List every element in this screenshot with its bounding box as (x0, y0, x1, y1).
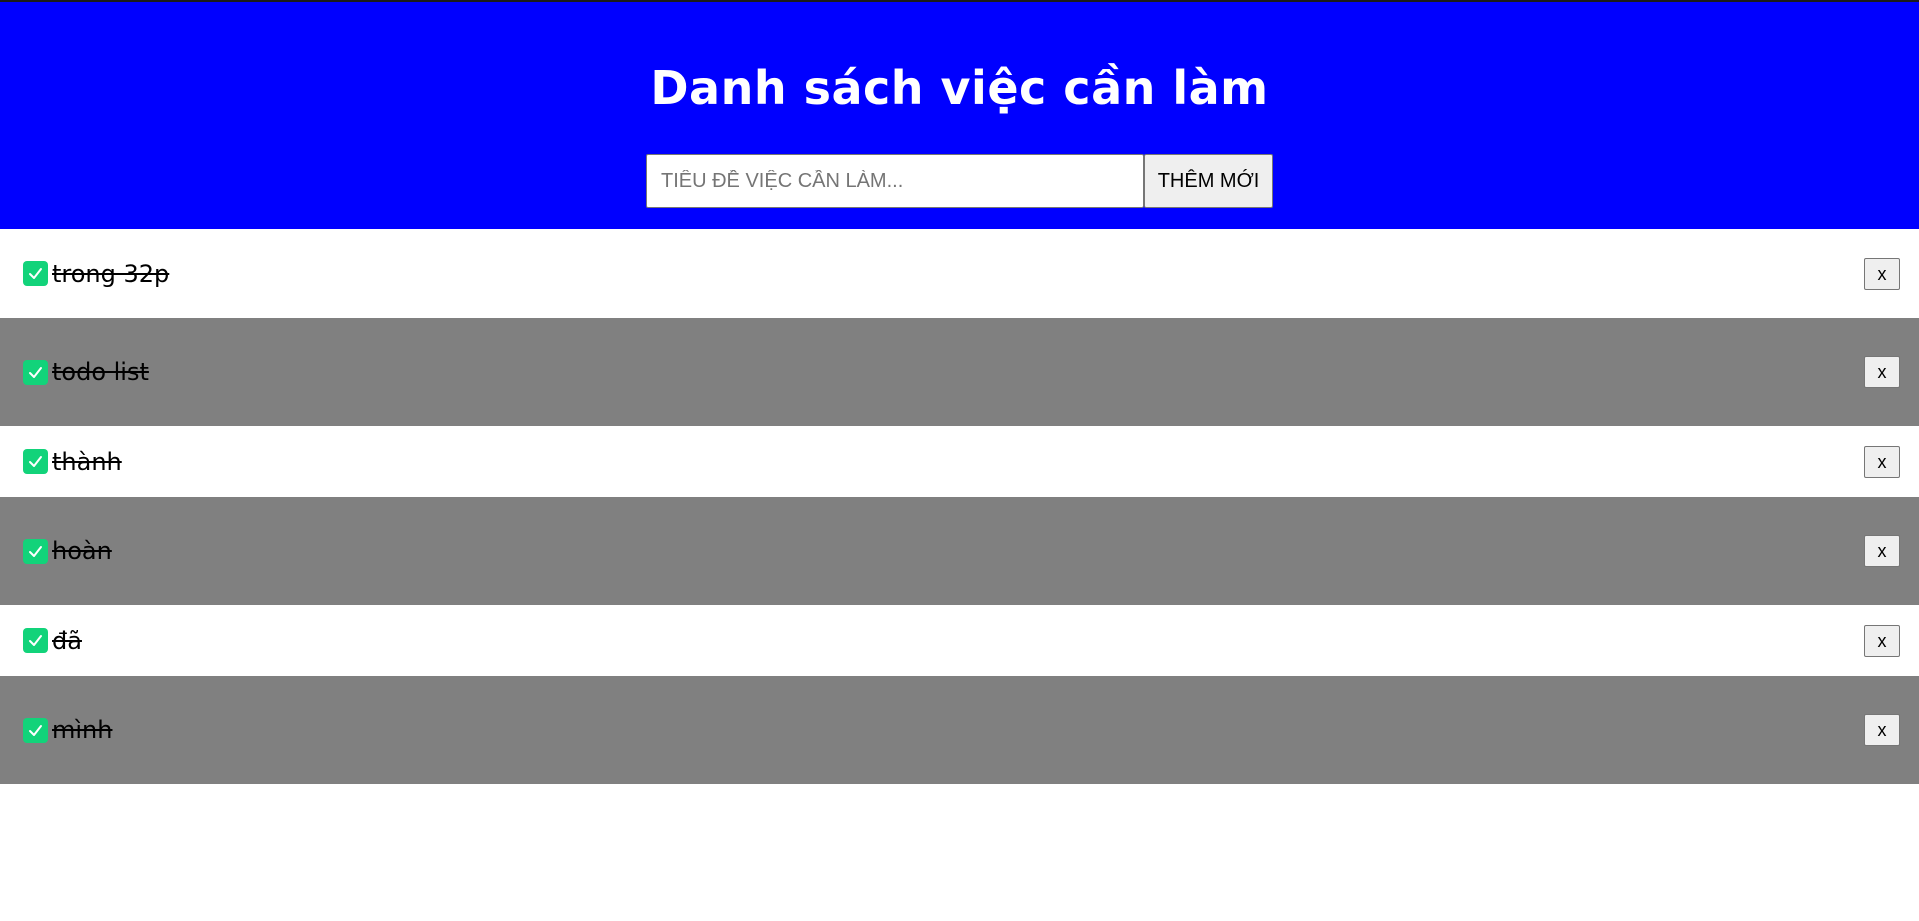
todo-title-input[interactable] (646, 154, 1144, 208)
checkmark-icon (29, 366, 42, 378)
todo-item: thành x (0, 426, 1919, 497)
todo-title[interactable]: mình (52, 716, 1864, 744)
add-todo-form: THÊM MỚI (0, 154, 1919, 208)
delete-button[interactable]: x (1864, 535, 1900, 567)
todo-title[interactable]: todo list (52, 358, 1864, 386)
todo-item: todo list x (0, 318, 1919, 426)
delete-button[interactable]: x (1864, 257, 1900, 290)
todo-item: mình x (0, 676, 1919, 784)
completed-checkbox[interactable] (23, 359, 48, 385)
completed-checkbox[interactable] (23, 538, 48, 564)
checkmark-icon (29, 635, 42, 646)
checkmark-icon (29, 268, 42, 279)
checkmark-icon (29, 545, 42, 557)
todo-item: hoàn x (0, 497, 1919, 605)
page-title: Danh sách việc cần làm (650, 61, 1269, 115)
todo-item: đã x (0, 605, 1919, 676)
todo-title[interactable]: thành (52, 448, 1864, 476)
todo-list: trong 32p x todo list x thành x hoàn x đ… (0, 229, 1919, 784)
delete-button[interactable]: x (1864, 714, 1900, 746)
todo-title[interactable]: hoàn (52, 537, 1864, 565)
todo-item: trong 32p x (0, 229, 1919, 318)
add-button[interactable]: THÊM MỚI (1144, 154, 1273, 208)
delete-button[interactable]: x (1864, 356, 1900, 388)
completed-checkbox[interactable] (23, 449, 48, 474)
checkmark-icon (29, 724, 42, 736)
delete-button[interactable]: x (1864, 445, 1900, 478)
completed-checkbox[interactable] (23, 261, 48, 286)
todo-title[interactable]: trong 32p (52, 260, 1864, 288)
completed-checkbox[interactable] (23, 628, 48, 653)
todo-title[interactable]: đã (52, 627, 1864, 655)
checkmark-icon (29, 456, 42, 467)
delete-button[interactable]: x (1864, 624, 1900, 657)
header: Danh sách việc cần làm THÊM MỚI (0, 2, 1919, 229)
completed-checkbox[interactable] (23, 717, 48, 743)
